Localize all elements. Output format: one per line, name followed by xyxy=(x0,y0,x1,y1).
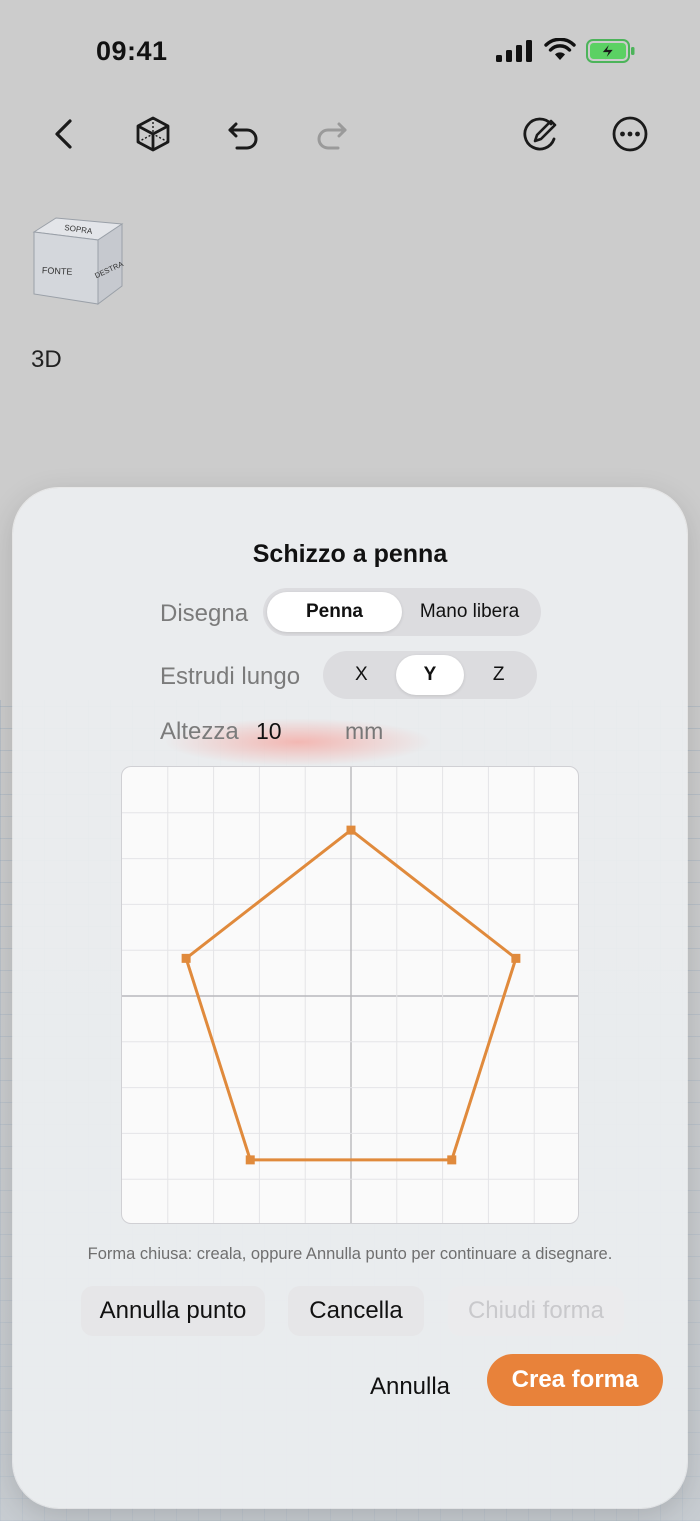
sketch-vertex-handle[interactable] xyxy=(511,953,521,963)
extrude-axis-segmented-control: X Y Z xyxy=(323,651,537,699)
undo-icon xyxy=(228,122,258,150)
height-label: Altezza xyxy=(160,718,239,745)
sheet-title: Schizzo a penna xyxy=(252,540,448,568)
navigation-view-cube[interactable]: SOPRA FONTE DESTRA xyxy=(28,210,128,310)
sketch-vertex-handle[interactable] xyxy=(181,953,191,963)
create-shape-button[interactable]: Crea forma xyxy=(487,1354,663,1406)
sketch-vertex-handle[interactable] xyxy=(245,1155,255,1165)
edit-button[interactable] xyxy=(513,106,569,162)
draw-mode-option[interactable]: Mano libera xyxy=(402,592,537,632)
draw-mode-option[interactable]: Penna xyxy=(267,592,402,632)
draw-mode-segmented-control: Penna Mano libera xyxy=(263,588,541,636)
cube-face-front[interactable]: FONTE xyxy=(42,265,73,277)
back-button[interactable] xyxy=(37,106,93,162)
extrude-axis-option[interactable]: X xyxy=(327,655,396,695)
extrude-axis-label: Estrudi lungo xyxy=(160,663,301,690)
height-unit: mm xyxy=(345,718,384,744)
clock: 09:41 xyxy=(96,36,168,66)
cellular-signal-icon xyxy=(496,40,532,62)
sketch-drawing[interactable] xyxy=(122,767,579,1224)
cube-icon xyxy=(136,116,170,152)
undo-point-button[interactable]: Annulla punto xyxy=(81,1286,265,1336)
pencil-circle-icon xyxy=(523,117,557,151)
extrude-axis-option[interactable]: Y xyxy=(395,655,465,695)
ellipsis-circle-icon xyxy=(612,116,648,152)
pen-sketch-sheet: Schizzo a penna Disegna Penna Mano liber… xyxy=(13,488,687,1508)
view-mode-label: 3D xyxy=(31,346,62,373)
sketch-vertex-handle[interactable] xyxy=(447,1155,457,1165)
clear-button[interactable]: Cancella xyxy=(288,1286,424,1336)
close-shape-button[interactable]: Chiudi forma xyxy=(448,1286,624,1336)
sketch-canvas[interactable] xyxy=(121,766,579,1224)
redo-button[interactable] xyxy=(304,106,360,162)
status-hint: Forma chiusa: creala, oppure Annulla pun… xyxy=(87,1245,613,1263)
view-cube-button[interactable] xyxy=(125,106,181,162)
extrude-axis-option[interactable]: Z xyxy=(464,655,533,695)
chevron-left-icon xyxy=(55,119,72,149)
status-bar: 09:41 xyxy=(0,0,700,100)
sketch-vertex-handle[interactable] xyxy=(346,825,356,835)
cancel-button[interactable]: Annulla xyxy=(353,1364,467,1410)
battery-charging-icon xyxy=(586,39,635,63)
undo-button[interactable] xyxy=(215,106,271,162)
wifi-icon xyxy=(544,38,576,60)
more-button[interactable] xyxy=(602,106,658,162)
height-input[interactable] xyxy=(256,718,326,745)
draw-mode-label: Disegna xyxy=(160,600,249,627)
redo-icon xyxy=(317,122,347,150)
